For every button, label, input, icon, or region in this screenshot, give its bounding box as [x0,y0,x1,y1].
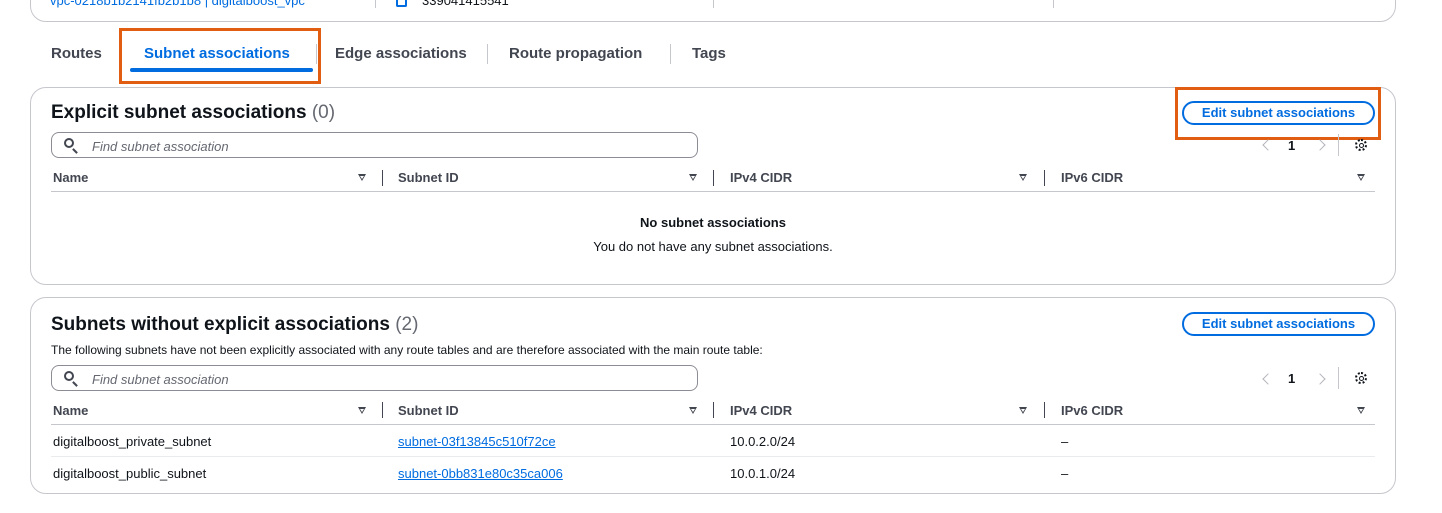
sort-icon[interactable] [689,407,697,414]
column-resizer[interactable] [382,402,383,418]
column-resizer[interactable] [1044,170,1045,186]
card-title: Subnets without explicit associations (2… [51,314,418,336]
search-field[interactable] [51,365,698,391]
owner-id: 339041415541 [422,0,509,8]
column-header-subnet-id[interactable]: Subnet ID [398,170,459,185]
column-header-ipv4-cidr[interactable]: IPv4 CIDR [730,170,792,185]
card-title-text: Explicit subnet associations [51,102,307,123]
highlight-box [1175,87,1381,140]
row-ipv4-cidr: 10.0.2.0/24 [730,434,796,449]
pager-divider [1338,367,1339,389]
edit-subnet-associations-button[interactable]: Edit subnet associations [1182,312,1375,336]
table-header-divider [51,424,1375,425]
row-name: digitalboost_private_subnet [53,434,212,449]
search-icon [64,138,74,148]
settings-gear-icon[interactable] [1355,372,1367,384]
empty-state-title: No subnet associations [640,215,786,230]
card-description: The following subnets have not been expl… [51,343,763,357]
column-resizer[interactable] [713,402,714,418]
page-number[interactable]: 1 [1288,371,1295,386]
vpc-link[interactable]: vpc-0218b1b2141fb2b1b8 | digitalboost_vp… [50,0,305,8]
column-resizer[interactable] [382,170,383,186]
column-header-ipv6-cidr[interactable]: IPv6 CIDR [1061,170,1123,185]
row-name: digitalboost_public_subnet [53,466,207,481]
sort-icon[interactable] [1019,407,1027,414]
subnet-id-link[interactable]: subnet-0bb831e80c35ca006 [398,466,563,481]
column-resizer[interactable] [1044,402,1045,418]
sort-icon[interactable] [358,407,366,414]
summary-divider [375,0,376,8]
sort-icon[interactable] [358,174,366,181]
search-input[interactable] [90,136,684,156]
sort-icon[interactable] [689,174,697,181]
sort-icon[interactable] [1357,407,1365,414]
column-header-name[interactable]: Name [53,403,88,418]
column-header-subnet-id[interactable]: Subnet ID [398,403,459,418]
summary-divider [713,0,714,8]
row-ipv6-cidr: – [1061,434,1069,449]
tab-separator [670,44,671,64]
subnet-id-link[interactable]: subnet-03f13845c510f72ce [398,434,556,449]
sort-icon[interactable] [1019,174,1027,181]
empty-state-text: You do not have any subnet associations. [593,239,833,254]
tab-route-propagation[interactable]: Route propagation [509,45,642,62]
row-ipv4-cidr: 10.0.1.0/24 [730,466,796,481]
search-field[interactable] [51,132,698,158]
table-header-divider [51,191,1375,192]
highlight-box [119,28,321,84]
column-resizer[interactable] [713,170,714,186]
sort-icon[interactable] [1357,174,1365,181]
card-count: (0) [311,102,336,123]
page-number[interactable]: 1 [1288,138,1295,153]
card-title-text: Subnets without explicit associations [51,314,390,335]
pager-divider [1338,134,1339,156]
column-header-name[interactable]: Name [53,170,88,185]
summary-divider [1053,0,1054,8]
row-ipv6-cidr: – [1061,466,1069,481]
search-input[interactable] [90,369,684,389]
search-icon [64,371,74,381]
settings-gear-icon[interactable] [1355,139,1367,151]
tab-edge-associations[interactable]: Edge associations [335,45,467,62]
card-count: (2) [395,314,419,335]
card-title: Explicit subnet associations (0) [51,102,335,124]
tab-separator [487,44,488,64]
tab-routes[interactable]: Routes [51,45,102,62]
column-header-ipv4-cidr[interactable]: IPv4 CIDR [730,403,792,418]
tab-tags[interactable]: Tags [692,45,726,62]
row-divider [51,456,1375,457]
copy-icon[interactable] [396,0,407,7]
column-header-ipv6-cidr[interactable]: IPv6 CIDR [1061,403,1123,418]
